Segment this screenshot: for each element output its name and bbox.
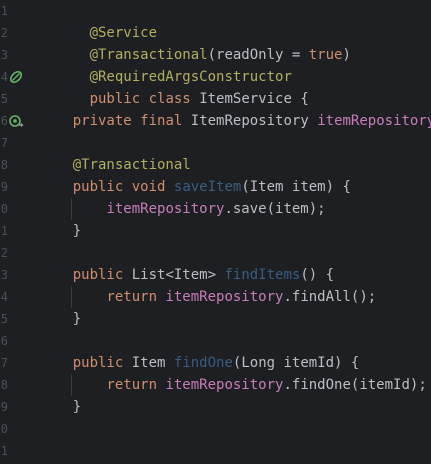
- code-line: return itemRepository.findAll();: [39, 286, 376, 308]
- keyword: return: [106, 377, 158, 393]
- code-line: private final ItemRepository itemReposit…: [39, 110, 431, 132]
- line-number: 4: [0, 70, 8, 84]
- class-name: ItemService {: [199, 91, 309, 107]
- field-name: itemRepository: [165, 377, 284, 393]
- code-line: return itemRepository.findOne(itemId);: [39, 374, 427, 396]
- code-line: }: [39, 440, 98, 462]
- code-line: @RequiredArgsConstructor: [39, 44, 292, 85]
- line-number: 7: [0, 136, 8, 150]
- line-number: 1: [0, 444, 8, 458]
- line-number: 0: [0, 422, 8, 436]
- method-name: findItems: [224, 267, 301, 283]
- gutter: 1 2 3 4 5 6 7 8 9 0 1 2 3 4 5 6 7 8 9 0 …: [0, 0, 36, 464]
- brace: }: [72, 399, 82, 415]
- type-name: Item: [131, 355, 166, 371]
- code-line: }: [39, 308, 81, 330]
- line-number: 1: [0, 4, 8, 18]
- params: (Long itemId) {: [232, 355, 360, 371]
- annotation: @Transactional: [72, 157, 191, 173]
- code-line: }: [39, 396, 81, 418]
- field-name: itemRepository: [106, 201, 225, 217]
- code-line: public List<Item> findItems() {: [39, 264, 334, 286]
- keyword: return: [106, 289, 158, 305]
- type-name: List<Item>: [131, 267, 217, 283]
- method-name: findOne: [173, 355, 233, 371]
- line-number: 5: [0, 312, 8, 326]
- params: (Item item) {: [241, 179, 351, 195]
- code-line: itemRepository.save(item);: [39, 198, 326, 220]
- keyword: public: [89, 91, 141, 107]
- type-name: ItemRepository: [190, 113, 309, 129]
- field-name: itemRepository: [165, 289, 284, 305]
- code-editor[interactable]: 1 2 3 4 5 6 7 8 9 0 1 2 3 4 5 6 7 8 9 0 …: [0, 0, 431, 464]
- line-number: 1: [0, 224, 8, 238]
- brace: }: [72, 223, 82, 239]
- keyword: class: [148, 91, 191, 107]
- method-call: .save(item);: [224, 201, 326, 217]
- code-line: public void saveItem(Item item) {: [39, 176, 351, 198]
- line-number: 2: [0, 26, 8, 40]
- bean-icon[interactable]: [8, 69, 24, 85]
- line-number: 4: [0, 290, 8, 304]
- method-name: saveItem: [173, 179, 242, 195]
- keyword: void: [131, 179, 166, 195]
- line-number: 6: [0, 114, 8, 128]
- code-line: }: [39, 220, 81, 242]
- code-line: @Transactional: [39, 154, 191, 176]
- line-number: 6: [0, 334, 8, 348]
- line-number: 9: [0, 400, 8, 414]
- keyword: private: [72, 113, 132, 129]
- line-number: 2: [0, 246, 8, 260]
- brace: }: [72, 311, 82, 327]
- code-line: public class ItemService {: [39, 66, 309, 107]
- keyword: public: [72, 355, 124, 371]
- code-line: @Transactional(readOnly = true): [39, 22, 351, 63]
- code-line: @Service: [39, 0, 157, 41]
- method-call: .findOne(itemId);: [283, 377, 427, 393]
- line-number: 3: [0, 268, 8, 282]
- code-line: public Item findOne(Long itemId) {: [39, 352, 360, 374]
- line-number: 3: [0, 48, 8, 62]
- line-number: 8: [0, 158, 8, 172]
- params: () {: [300, 267, 335, 283]
- bean-navigate-icon[interactable]: [8, 113, 24, 129]
- method-call: .findAll();: [283, 289, 377, 305]
- line-number: 5: [0, 92, 8, 106]
- keyword: public: [72, 267, 124, 283]
- field-name: itemRepository: [317, 113, 431, 129]
- paren: ): [342, 47, 351, 63]
- line-number: 8: [0, 378, 8, 392]
- keyword: true: [308, 47, 343, 63]
- line-number: 9: [0, 180, 8, 194]
- keyword: public: [72, 179, 124, 195]
- line-number: 7: [0, 356, 8, 370]
- line-number: 0: [0, 202, 8, 216]
- keyword: final: [140, 113, 183, 129]
